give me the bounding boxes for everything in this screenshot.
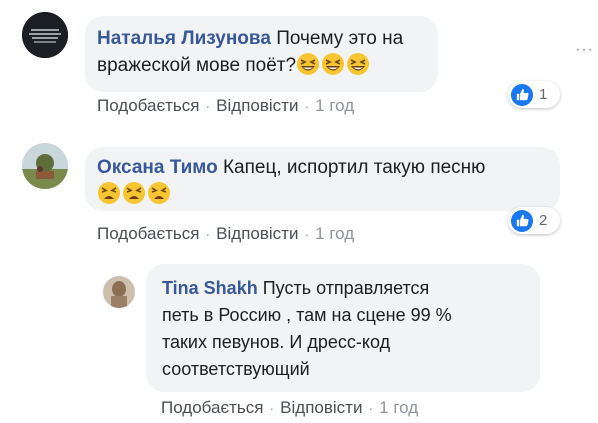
comment-actions: Подобається · Відповісти · 1 год xyxy=(97,96,354,116)
separator: · xyxy=(304,226,310,242)
comment-text: Почему это на xyxy=(276,28,404,49)
comment-bubble: Наталья Лизунова Почему это на вражеской… xyxy=(85,16,438,92)
timestamp[interactable]: 1 год xyxy=(315,224,354,243)
separator: · xyxy=(304,98,310,114)
like-link[interactable]: Подобається xyxy=(97,96,200,115)
laughing-emoji-icon xyxy=(346,53,371,76)
reply-link[interactable]: Відповісти xyxy=(216,96,298,115)
laughing-emoji-icon xyxy=(296,53,321,76)
like-link[interactable]: Подобається xyxy=(97,224,200,243)
like-icon xyxy=(511,83,533,106)
reply-link[interactable]: Відповісти xyxy=(216,224,298,243)
separator: · xyxy=(368,400,374,416)
comment-text: соответствующий xyxy=(162,359,310,379)
comment-bubble: Оксана Тимо Капец, испортил такую песню xyxy=(85,147,560,211)
reaction-count[interactable]: 2 xyxy=(508,207,560,234)
comment-author[interactable]: Оксана Тимо xyxy=(97,157,218,178)
reply-link[interactable]: Відповісти xyxy=(280,398,362,417)
reaction-count-label: 1 xyxy=(539,86,548,103)
comment-actions: Подобається · Відповісти · 1 год xyxy=(161,398,418,418)
laughing-emoji-icon xyxy=(321,53,346,76)
avatar[interactable] xyxy=(22,12,68,58)
more-horizontal-icon[interactable]: ··· xyxy=(575,41,594,59)
comment-author[interactable]: Наталья Лизунова xyxy=(97,28,271,49)
comment-text: петь в Россию , там на сцене 99 % xyxy=(162,305,452,325)
separator: · xyxy=(269,400,275,416)
timestamp[interactable]: 1 год xyxy=(315,96,354,115)
like-link[interactable]: Подобається xyxy=(161,398,264,417)
tired-emoji-icon xyxy=(122,182,147,205)
tired-emoji-icon xyxy=(147,182,172,205)
reaction-count-label: 2 xyxy=(539,212,548,229)
separator: · xyxy=(205,98,211,114)
comment-actions: Подобається · Відповісти · 1 год xyxy=(97,224,354,244)
comment-bubble: Tina Shakh Пусть отправляется петь в Рос… xyxy=(146,264,540,392)
timestamp[interactable]: 1 год xyxy=(379,398,418,417)
like-icon xyxy=(511,209,533,232)
avatar[interactable] xyxy=(22,143,68,189)
comment-author[interactable]: Tina Shakh xyxy=(162,278,258,298)
comment-text: вражеской мове поёт? xyxy=(97,55,297,76)
reaction-count[interactable]: 1 xyxy=(508,81,560,108)
comment-text: Капец, испортил такую песню xyxy=(222,157,486,178)
tired-emoji-icon xyxy=(97,182,122,205)
separator: · xyxy=(205,226,211,242)
avatar[interactable] xyxy=(103,276,135,308)
comment-text: таких певунов. И дресс-код xyxy=(162,332,391,352)
comment-text: Пусть отправляется xyxy=(262,278,430,298)
